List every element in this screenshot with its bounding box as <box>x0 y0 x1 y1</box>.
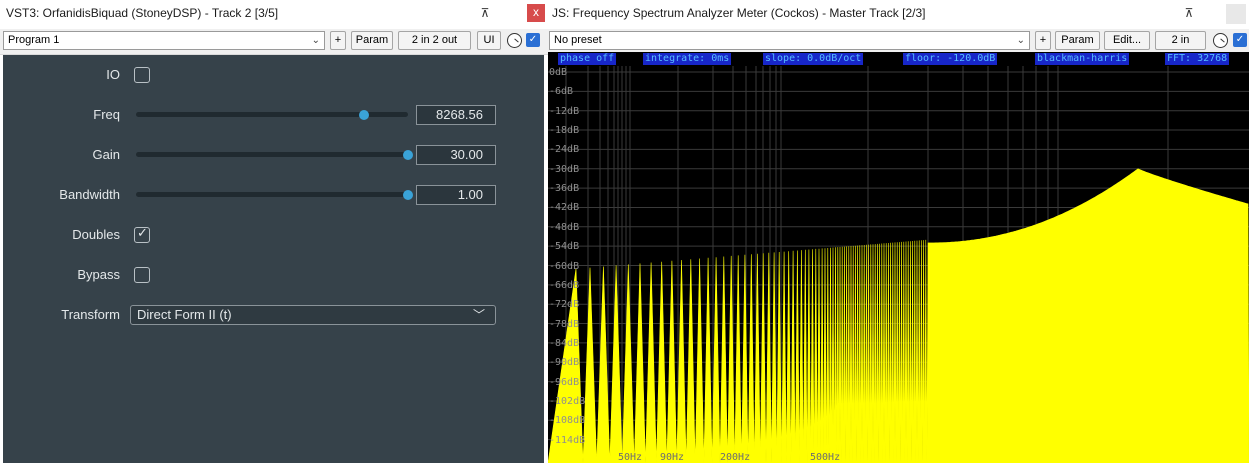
add-preset-button[interactable]: + <box>330 31 346 50</box>
enable-checkbox[interactable]: ✓ <box>1233 33 1247 47</box>
plugin-toolbar: Program 1 ⌄ + Param 2 in 2 out UI ✓ <box>0 29 546 55</box>
bypass-label: Bypass <box>77 267 120 282</box>
db-tick-label: -30dB <box>549 163 580 175</box>
close-button[interactable]: x <box>527 4 545 22</box>
gain-slider-thumb[interactable] <box>403 150 413 160</box>
io-checkbox[interactable] <box>134 67 150 83</box>
bandwidth-slider-track[interactable] <box>136 190 413 200</box>
db-tick-label: -114dB <box>549 434 586 446</box>
db-tick-label: -84dB <box>549 337 580 349</box>
preset-select[interactable]: No preset ⌄ <box>549 31 1030 50</box>
analyzer-header-item: integrate: 0ms <box>643 53 732 65</box>
bandwidth-slider-thumb[interactable] <box>403 190 413 200</box>
freq-value-field[interactable]: 8268.56 <box>416 105 496 125</box>
pin-icon[interactable]: ⊼ <box>478 5 492 21</box>
chevron-down-icon: ﹀ <box>472 308 485 322</box>
db-tick-label: -72dB <box>549 299 580 311</box>
bandwidth-value-field[interactable]: 1.00 <box>416 185 496 205</box>
io-routing-button[interactable]: 2 in 2 out <box>398 31 471 50</box>
ui-button[interactable]: UI <box>477 31 501 50</box>
doubles-checkbox[interactable]: ✓ <box>134 225 150 243</box>
spectrum-graph[interactable]: phase off integrate: 0ms slope: 0.0dB/oct f… <box>548 52 1249 463</box>
db-tick-label: -90dB <box>549 357 580 369</box>
edit-button[interactable]: Edit... <box>1104 31 1150 50</box>
title-bar[interactable]: VST3: OrfanidisBiquad (StoneyDSP) - Trac… <box>0 0 546 28</box>
plugin-window-orfanidis: VST3: OrfanidisBiquad (StoneyDSP) - Trac… <box>0 0 546 463</box>
db-tick-label: -36dB <box>549 183 580 195</box>
gain-slider-track[interactable] <box>136 150 413 160</box>
param-button[interactable]: Param <box>351 31 393 50</box>
doubles-label: Doubles <box>72 227 120 242</box>
freq-slider-track[interactable] <box>136 110 408 120</box>
plugin-ui-panel: IO Freq 8268.56 Gain 30.00 Bandwidth 1.0… <box>3 55 544 463</box>
db-tick-label: -6dB <box>549 86 574 98</box>
analyzer-window: JS: Frequency Spectrum Analyzer Meter (C… <box>546 0 1249 463</box>
transform-value: Direct Form II (t) <box>137 307 232 322</box>
db-tick-label: -48dB <box>549 221 580 233</box>
analyzer-header-item: FFT: 32768 <box>1165 53 1230 65</box>
analyzer-header-item: floor: -120.0dB <box>903 53 998 65</box>
title-bar[interactable]: JS: Frequency Spectrum Analyzer Meter (C… <box>546 0 1249 28</box>
db-tick-label: -66dB <box>549 279 580 291</box>
db-tick-label: -60dB <box>549 260 580 272</box>
io-routing-button[interactable]: 2 in <box>1155 31 1206 50</box>
db-tick-label: 0dB <box>549 67 568 78</box>
db-tick-label: -108dB <box>549 415 586 427</box>
checkmark-icon: ✓ <box>137 225 148 240</box>
frequency-tick-label: 90Hz <box>660 452 685 463</box>
chevron-down-icon: ⌄ <box>1016 35 1025 46</box>
transform-dropdown[interactable]: Direct Form II (t) ﹀ <box>130 305 496 325</box>
bypass-checkbox[interactable] <box>134 267 150 283</box>
spectrum-trace <box>548 168 1249 463</box>
analyzer-header-item: blackman-harris <box>1035 53 1130 65</box>
spectrum-plot <box>548 66 1249 463</box>
enable-checkbox[interactable]: ✓ <box>526 33 540 47</box>
preset-select-value: No preset <box>554 34 602 46</box>
window-title: VST3: OrfanidisBiquad (StoneyDSP) - Trac… <box>6 6 279 20</box>
db-tick-label: -18dB <box>549 125 580 137</box>
bandwidth-label: Bandwidth <box>59 187 120 202</box>
frequency-tick-label: 500Hz <box>810 452 841 463</box>
db-tick-label: -78dB <box>549 318 580 330</box>
db-tick-label: -24dB <box>549 144 580 156</box>
wet-knob-icon[interactable] <box>1213 33 1228 48</box>
analyzer-header-item: phase off <box>558 53 617 65</box>
preset-select[interactable]: Program 1 ⌄ <box>3 31 325 50</box>
add-preset-button[interactable]: + <box>1035 31 1051 50</box>
io-label: IO <box>106 67 120 82</box>
frequency-tick-label: 50Hz <box>618 452 643 463</box>
pin-icon[interactable]: ⊼ <box>1182 5 1196 21</box>
db-tick-label: -102dB <box>549 395 586 407</box>
db-tick-label: -12dB <box>549 105 580 117</box>
transform-label: Transform <box>61 307 120 322</box>
db-tick-label: -96dB <box>549 376 580 388</box>
frequency-tick-label: 200Hz <box>720 452 751 463</box>
window-title: JS: Frequency Spectrum Analyzer Meter (C… <box>552 6 926 20</box>
window-corner <box>1226 4 1246 24</box>
db-tick-label: -42dB <box>549 202 580 214</box>
freq-label: Freq <box>93 107 120 122</box>
param-button[interactable]: Param <box>1055 31 1100 50</box>
wet-knob-icon[interactable] <box>507 33 522 48</box>
gain-label: Gain <box>92 147 120 162</box>
chevron-down-icon: ⌄ <box>311 35 320 46</box>
analyzer-header-item: slope: 0.0dB/oct <box>763 53 864 65</box>
db-tick-label: -54dB <box>549 241 580 253</box>
gain-value-field[interactable]: 30.00 <box>416 145 496 165</box>
preset-select-value: Program 1 <box>8 34 60 46</box>
freq-slider-thumb[interactable] <box>359 110 370 120</box>
